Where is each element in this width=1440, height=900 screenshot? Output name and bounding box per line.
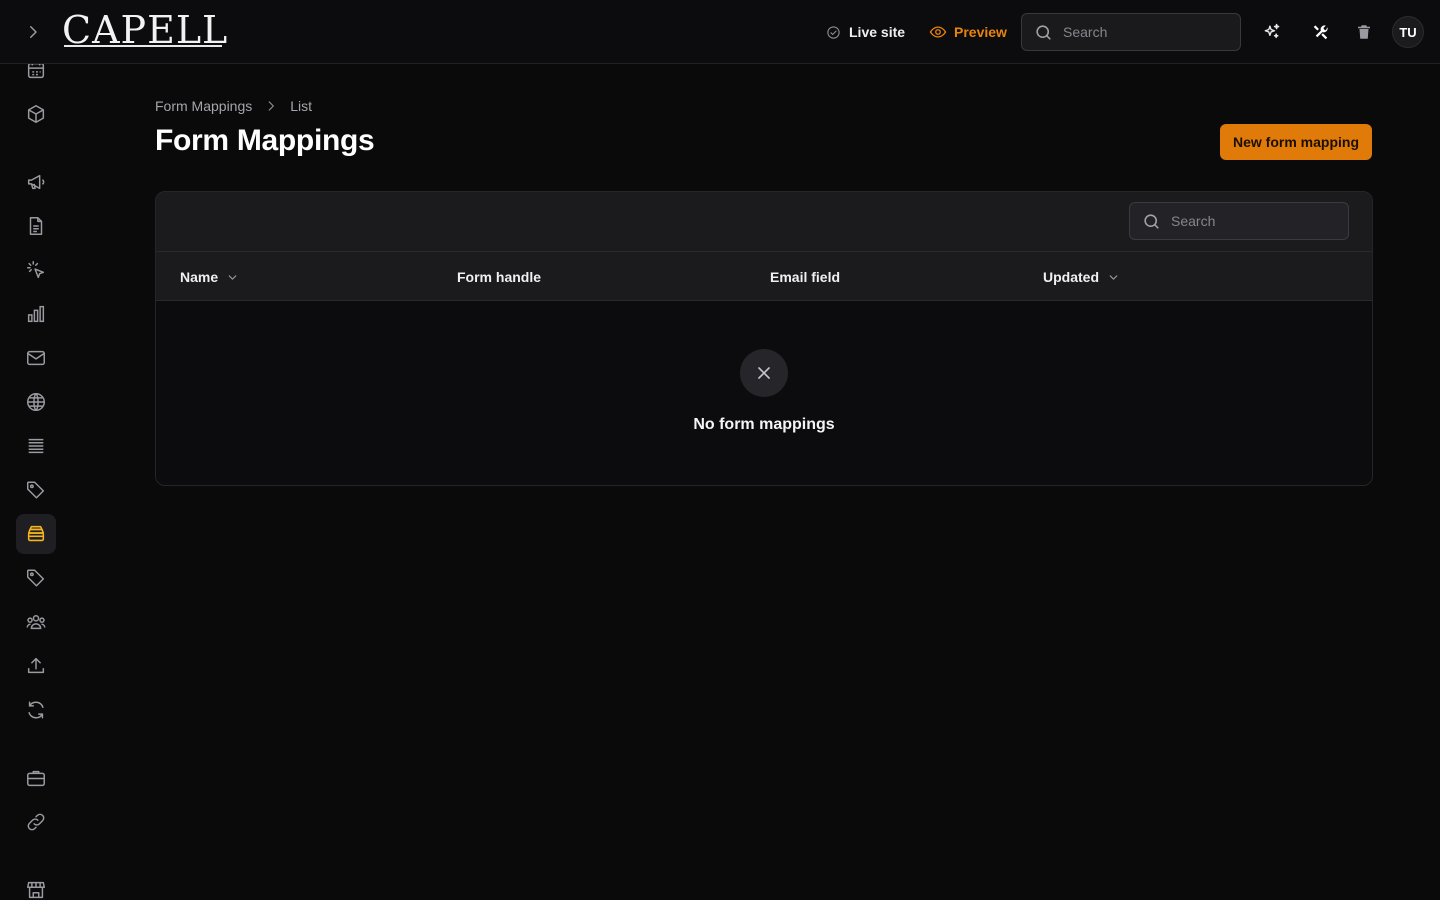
chevron-down-icon: [228, 274, 237, 280]
refresh-icon: [28, 701, 44, 719]
empty-state: No form mappings: [156, 301, 1372, 485]
form-mappings-table: Name Form handle Email field Updated No …: [155, 191, 1373, 486]
wrench-screwdriver-icon: [1313, 24, 1328, 39]
cursor-click-icon: [27, 261, 45, 279]
sidebar-item-emails[interactable]: [16, 338, 56, 378]
tools-button[interactable]: [1308, 20, 1332, 44]
logo-underline: [64, 45, 222, 47]
breadcrumb-current: List: [290, 98, 313, 114]
sidebar-item-sync[interactable]: [16, 690, 56, 730]
trash-button[interactable]: [1352, 20, 1376, 44]
sidebar: [0, 64, 72, 900]
sidebar-item-store[interactable]: [16, 870, 56, 900]
sidebar-item-users[interactable]: [16, 602, 56, 642]
table-toolbar: [156, 192, 1372, 252]
close-icon: [758, 367, 770, 379]
sidebar-item-calendar[interactable]: [16, 64, 56, 90]
sidebar-item-links[interactable]: [16, 802, 56, 842]
eye-icon: [929, 26, 947, 38]
stack-icon: [28, 438, 44, 454]
sidebar-item-collections[interactable]: [16, 426, 56, 466]
preview-link[interactable]: Preview: [929, 22, 1007, 42]
chevron-down-icon: [1109, 274, 1118, 280]
table-header: Name Form handle Email field Updated: [156, 252, 1372, 301]
briefcase-icon: [27, 770, 45, 787]
column-label-form-handle: Form handle: [457, 269, 542, 285]
sidebar-item-interactions[interactable]: [16, 250, 56, 290]
inbox-stack-icon: [27, 525, 45, 542]
top-bar: CAPELL Live site Preview TU: [0, 0, 1440, 64]
column-label-updated: Updated: [1043, 269, 1099, 285]
new-form-mapping-button[interactable]: New form mapping: [1220, 124, 1372, 160]
global-search[interactable]: [1021, 13, 1241, 51]
sparkles-icon: [1264, 23, 1280, 39]
sidebar-item-sites[interactable]: [16, 382, 56, 422]
cube-icon: [27, 105, 45, 123]
column-label-name: Name: [180, 269, 219, 285]
upload-icon: [27, 657, 45, 674]
ai-sparkles-button[interactable]: [1260, 20, 1284, 44]
column-header-email-field: Email field: [770, 267, 840, 287]
sidebar-item-pages[interactable]: [16, 206, 56, 246]
sidebar-item-imports[interactable]: [16, 646, 56, 686]
sidebar-item-products[interactable]: [16, 94, 56, 134]
empty-state-message: No form mappings: [693, 416, 835, 433]
document-icon: [29, 217, 43, 235]
logo-text: CAPELL: [62, 8, 229, 52]
chevron-right-icon: [268, 101, 275, 111]
calendar-icon: [27, 64, 45, 79]
expand-sidebar-button[interactable]: [20, 19, 46, 45]
sidebar-item-form-mappings[interactable]: [16, 514, 56, 554]
live-site-link[interactable]: Live site: [826, 22, 905, 42]
bar-chart-icon: [27, 305, 45, 323]
storefront-icon: [27, 881, 45, 899]
globe-icon: [27, 393, 45, 411]
breadcrumb-form-mappings[interactable]: Form Mappings: [155, 98, 252, 114]
search-icon: [1144, 213, 1159, 229]
tag-icon: [27, 569, 45, 587]
global-search-input[interactable]: [1063, 24, 1213, 40]
sidebar-item-campaigns[interactable]: [16, 162, 56, 202]
check-circle-icon: [827, 25, 840, 39]
page-title: Form Mappings: [155, 124, 375, 157]
column-label-email-field: Email field: [770, 269, 841, 285]
chevron-right-icon: [30, 26, 37, 38]
link-icon: [27, 813, 45, 831]
sidebar-item-tags[interactable]: [16, 470, 56, 510]
sidebar-item-labels[interactable]: [16, 558, 56, 598]
table-search-input[interactable]: [1171, 213, 1321, 229]
sidebar-item-analytics[interactable]: [16, 294, 56, 334]
empty-state-icon-wrapper: [740, 349, 788, 397]
table-search[interactable]: [1129, 202, 1349, 240]
breadcrumb: Form Mappings List: [155, 96, 312, 116]
column-header-name[interactable]: Name: [180, 267, 239, 287]
trash-icon: [1358, 25, 1370, 39]
envelope-icon: [27, 350, 45, 366]
preview-label: Preview: [954, 24, 1007, 40]
user-group-icon: [26, 615, 46, 630]
tag-icon: [27, 481, 45, 499]
megaphone-icon: [27, 174, 45, 190]
sidebar-item-workspaces[interactable]: [16, 758, 56, 798]
column-header-form-handle: Form handle: [457, 267, 541, 287]
user-avatar[interactable]: TU: [1392, 16, 1424, 48]
column-header-updated[interactable]: Updated: [1043, 267, 1120, 287]
search-icon: [1036, 24, 1051, 40]
live-site-label: Live site: [849, 24, 906, 40]
